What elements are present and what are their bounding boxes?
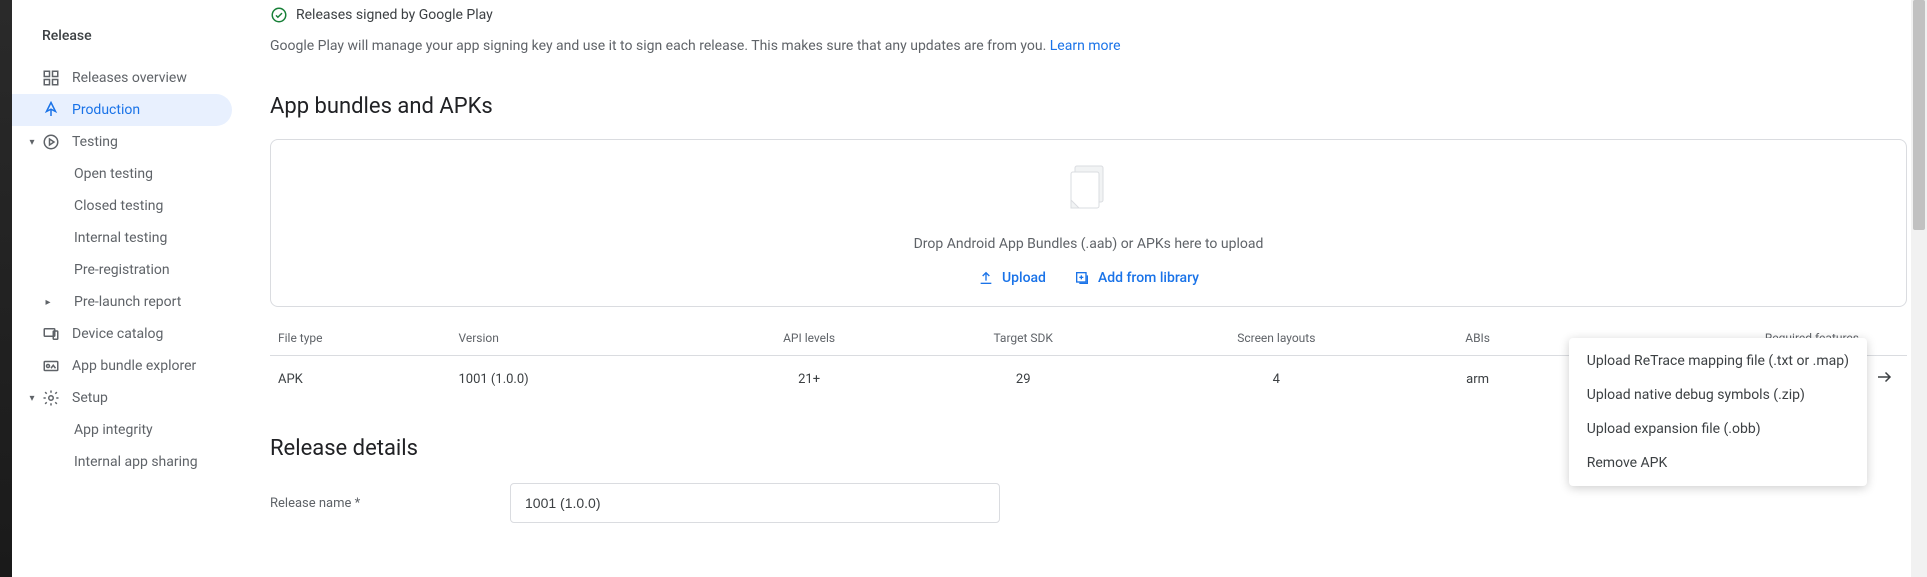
sidebar-label: Closed testing [74, 198, 163, 214]
sidebar-item-closed-testing[interactable]: Closed testing [12, 190, 236, 222]
sidebar-label: Internal testing [74, 230, 167, 246]
signing-status-row: Releases signed by Google Play [270, 6, 1907, 24]
menu-upload-native-symbols[interactable]: Upload native debug symbols (.zip) [1569, 378, 1867, 412]
chevron-down-icon: ▾ [26, 137, 38, 148]
bundle-icon [42, 357, 72, 375]
dashboard-icon [42, 69, 72, 87]
add-from-library-button[interactable]: Add from library [1074, 270, 1199, 286]
window-edge-strip [0, 0, 12, 577]
col-file-type: File type [270, 321, 450, 356]
sidebar-label: Device catalog [72, 326, 163, 342]
col-abis: ABIs [1417, 321, 1539, 356]
app-bundles-heading: App bundles and APKs [270, 94, 1907, 119]
cell-api-levels: 21+ [708, 356, 911, 403]
menu-upload-expansion[interactable]: Upload expansion file (.obb) [1569, 412, 1867, 446]
cell-abis: arm [1417, 356, 1539, 403]
chevron-down-icon: ▾ [26, 393, 38, 404]
row-expand-arrow[interactable] [1867, 356, 1907, 403]
cell-target-sdk: 29 [911, 356, 1136, 403]
col-api-levels: API levels [708, 321, 911, 356]
sidebar-item-app-bundle-explorer[interactable]: App bundle explorer [12, 350, 236, 382]
sidebar: Release Releases overview Production ▾ T… [12, 0, 236, 577]
sidebar-label: Pre-launch report [74, 294, 181, 310]
sidebar-item-pre-launch-report[interactable]: ▸ Pre-launch report [12, 286, 236, 318]
release-name-label: Release name * [270, 496, 510, 511]
scrollbar-thumb[interactable] [1913, 0, 1925, 230]
sidebar-label: Setup [72, 390, 108, 406]
add-from-library-label: Add from library [1098, 270, 1199, 286]
sidebar-label: Releases overview [72, 70, 187, 86]
sidebar-item-internal-testing[interactable]: Internal testing [12, 222, 236, 254]
dropzone-text: Drop Android App Bundles (.aab) or APKs … [914, 236, 1264, 252]
signing-description: Google Play will manage your app signing… [270, 38, 1907, 54]
sidebar-section-release: Release [12, 28, 236, 62]
sidebar-label: App bundle explorer [72, 358, 196, 374]
rocket-icon [42, 101, 72, 119]
main-content: Releases signed by Google Play Google Pl… [236, 0, 1927, 577]
library-icon [1074, 270, 1090, 286]
sidebar-item-internal-app-sharing[interactable]: Internal app sharing [12, 446, 236, 478]
signing-status-text: Releases signed by Google Play [296, 7, 493, 23]
sidebar-label: Production [72, 102, 140, 118]
sidebar-label: Internal app sharing [74, 454, 198, 470]
dropzone-actions: Upload Add from library [978, 270, 1199, 286]
upload-icon [978, 270, 994, 286]
sidebar-item-testing[interactable]: ▾ Testing [12, 126, 236, 158]
menu-upload-retrace[interactable]: Upload ReTrace mapping file (.txt or .ma… [1569, 344, 1867, 378]
devices-icon [42, 325, 72, 343]
release-name-row: Release name * [270, 483, 1907, 523]
release-name-input[interactable] [510, 483, 1000, 523]
sidebar-label: Pre-registration [74, 262, 170, 278]
sidebar-item-app-integrity[interactable]: App integrity [12, 414, 236, 446]
sidebar-item-pre-registration[interactable]: Pre-registration [12, 254, 236, 286]
col-actions [1867, 321, 1907, 356]
cell-version: 1001 (1.0.0) [450, 356, 707, 403]
cell-file-type: APK [270, 356, 450, 403]
check-circle-icon [270, 6, 288, 24]
upload-dropzone[interactable]: Drop Android App Bundles (.aab) or APKs … [270, 139, 1907, 307]
testing-icon [42, 133, 72, 151]
vertical-scrollbar[interactable] [1911, 0, 1927, 577]
menu-remove-apk[interactable]: Remove APK [1569, 446, 1867, 480]
upload-button[interactable]: Upload [978, 270, 1046, 286]
sidebar-item-open-testing[interactable]: Open testing [12, 158, 236, 190]
col-version: Version [450, 321, 707, 356]
file-stack-icon [1065, 162, 1113, 222]
sidebar-item-device-catalog[interactable]: Device catalog [12, 318, 236, 350]
cell-screen-layouts: 4 [1136, 356, 1417, 403]
apk-context-menu: Upload ReTrace mapping file (.txt or .ma… [1569, 338, 1867, 486]
sidebar-label: App integrity [74, 422, 153, 438]
sidebar-item-releases-overview[interactable]: Releases overview [12, 62, 236, 94]
col-target-sdk: Target SDK [911, 321, 1136, 356]
gear-icon [42, 389, 72, 407]
learn-more-link[interactable]: Learn more [1050, 38, 1121, 54]
sidebar-label: Open testing [74, 166, 153, 182]
signing-desc-text: Google Play will manage your app signing… [270, 38, 1050, 54]
arrow-right-icon [1875, 368, 1893, 386]
sidebar-item-production[interactable]: Production [12, 94, 232, 126]
col-screen-layouts: Screen layouts [1136, 321, 1417, 356]
chevron-right-icon: ▸ [42, 297, 54, 308]
sidebar-item-setup[interactable]: ▾ Setup [12, 382, 236, 414]
sidebar-label: Testing [72, 134, 118, 150]
upload-button-label: Upload [1002, 270, 1046, 286]
